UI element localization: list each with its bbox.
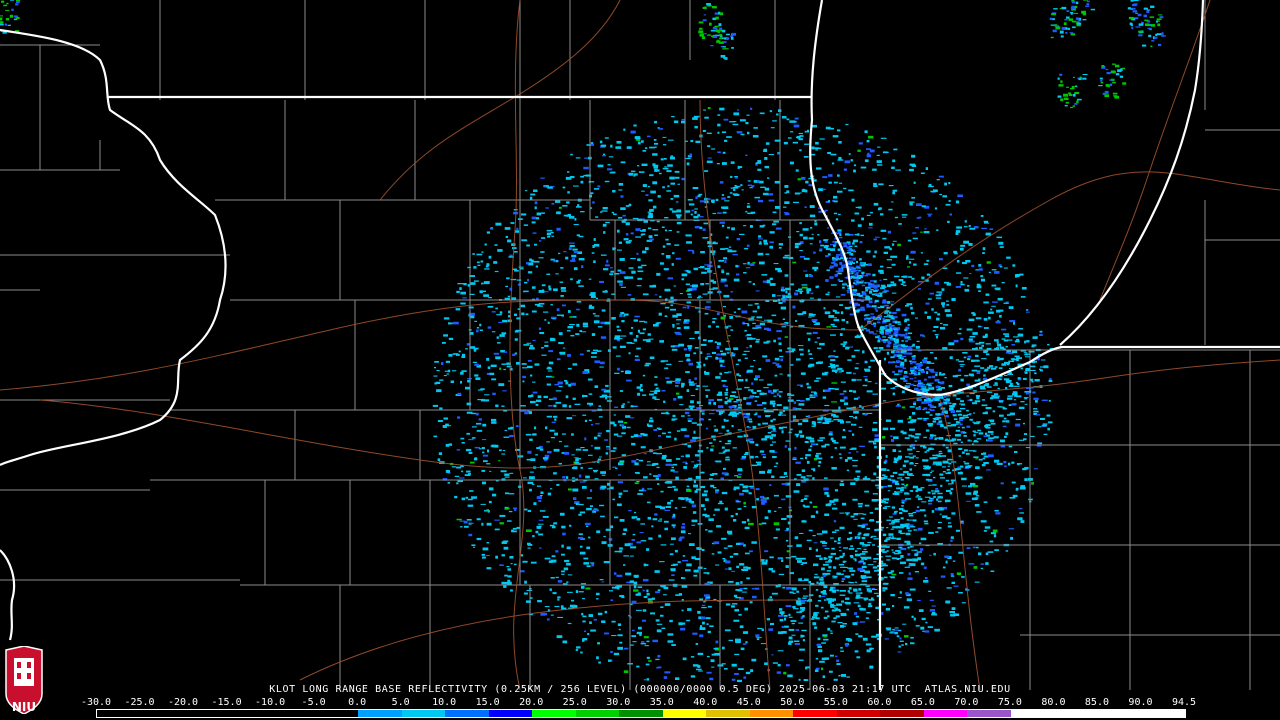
colorbar-label: 80.0 (1041, 697, 1066, 708)
colorbar-label: -10.0 (255, 697, 286, 708)
colorbar-segment (445, 710, 489, 717)
colorbar-label: 85.0 (1084, 697, 1109, 708)
colorbar-label: 0.0 (348, 697, 367, 708)
colorbar-segment (488, 710, 533, 717)
radar-map (0, 0, 1280, 720)
colorbar-label: 50.0 (780, 697, 805, 708)
colorbar-label: 55.0 (823, 697, 848, 708)
colorbar-segment (1010, 710, 1055, 717)
colorbar-segment (749, 710, 794, 717)
colorbar-segment (358, 710, 402, 717)
colorbar-label: 40.0 (693, 697, 718, 708)
colorbar-labels: -30.0 -25.0 -20.0 -15.0 -10.0 -5.0 0.0 5.0 10.0 1… (81, 697, 1197, 709)
colorbar-segment (619, 710, 663, 717)
colorbar-segment (923, 710, 968, 717)
colorbar-label: 60.0 (867, 697, 892, 708)
colorbar-segment (575, 710, 620, 717)
colorbar-label: 20.0 (519, 697, 544, 708)
colorbar-segment (140, 710, 185, 717)
colorbar-segment (1054, 710, 1098, 717)
reflectivity-colorbar (96, 709, 1186, 718)
colorbar-label: 15.0 (475, 697, 500, 708)
colorbar-segment (271, 710, 315, 717)
colorbar-segment (793, 710, 837, 717)
colorbar-label: 75.0 (997, 697, 1022, 708)
colorbar-segment (184, 710, 228, 717)
colorbar-segment (401, 710, 446, 717)
colorbar-segment (227, 710, 272, 717)
colorbar-label: 5.0 (391, 697, 410, 708)
colorbar-label: 70.0 (954, 697, 979, 708)
colorbar-label: 35.0 (649, 697, 674, 708)
colorbar-label: 65.0 (910, 697, 935, 708)
colorbar-label: 30.0 (606, 697, 631, 708)
colorbar-segment (1097, 710, 1142, 717)
colorbar-segment (1141, 710, 1185, 717)
colorbar-segment (532, 710, 576, 717)
colorbar-segment (836, 710, 881, 717)
colorbar-segment (967, 710, 1011, 717)
colorbar-label: -15.0 (211, 697, 242, 708)
colorbar-segment (662, 710, 707, 717)
product-caption: KLOT LONG RANGE BASE REFLECTIVITY (0.25K… (269, 684, 1011, 695)
colorbar-label: -5.0 (301, 697, 326, 708)
colorbar-label: 10.0 (432, 697, 457, 708)
colorbar-label: -20.0 (167, 697, 199, 708)
colorbar-segment (706, 710, 750, 717)
colorbar-label: 90.0 (1128, 697, 1153, 708)
logo-text: NIU (11, 700, 37, 714)
colorbar-label: 25.0 (562, 697, 587, 708)
colorbar-label: -30.0 (80, 697, 112, 708)
colorbar-label: 45.0 (736, 697, 761, 708)
colorbar-label: 94.5 (1171, 697, 1197, 708)
colorbar-label: -25.0 (124, 697, 155, 708)
colorbar-segment (880, 710, 924, 717)
colorbar-segment (314, 710, 359, 717)
colorbar-segment (97, 710, 141, 717)
